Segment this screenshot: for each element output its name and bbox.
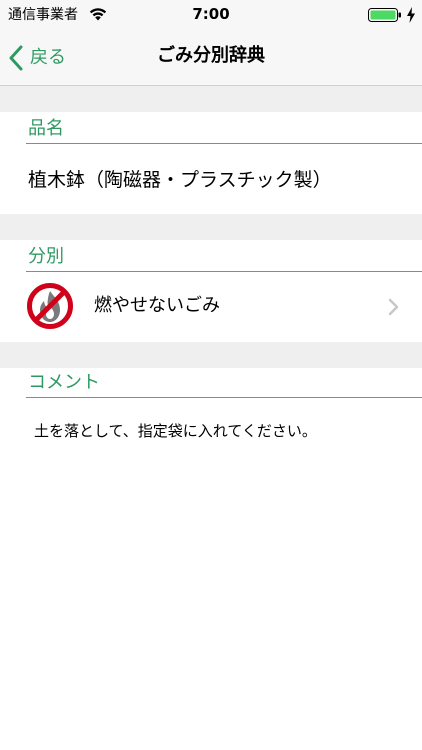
charging-bolt-icon: [407, 7, 415, 23]
comment-header: コメント: [26, 368, 422, 398]
page-title: ごみ分別辞典: [157, 45, 265, 66]
section-spacer: [0, 86, 422, 112]
comment-value: 土を落として、指定袋に入れてください。: [34, 422, 317, 440]
navigation-bar: 戻る ごみ分別辞典: [0, 30, 422, 86]
no-burn-icon: [27, 283, 73, 329]
battery-icon: [368, 8, 401, 22]
category-value: 燃やせないごみ: [94, 295, 220, 316]
item-name-header: 品名: [26, 114, 422, 144]
category-header: 分別: [26, 242, 422, 272]
status-time: 7:00: [192, 5, 230, 23]
item-name-value: 植木鉢（陶磁器・プラスチック製）: [28, 169, 332, 191]
screen: 通信事業者 7:00 戻る ごみ分別辞典 品名 植木鉢（陶磁器・プラスチック製）: [0, 0, 422, 750]
status-bar: 通信事業者 7:00: [0, 0, 422, 30]
section-spacer: [0, 342, 422, 368]
chevron-right-icon: [388, 298, 399, 316]
category-row[interactable]: 燃やせないごみ: [0, 270, 422, 342]
section-spacer: [0, 214, 422, 240]
